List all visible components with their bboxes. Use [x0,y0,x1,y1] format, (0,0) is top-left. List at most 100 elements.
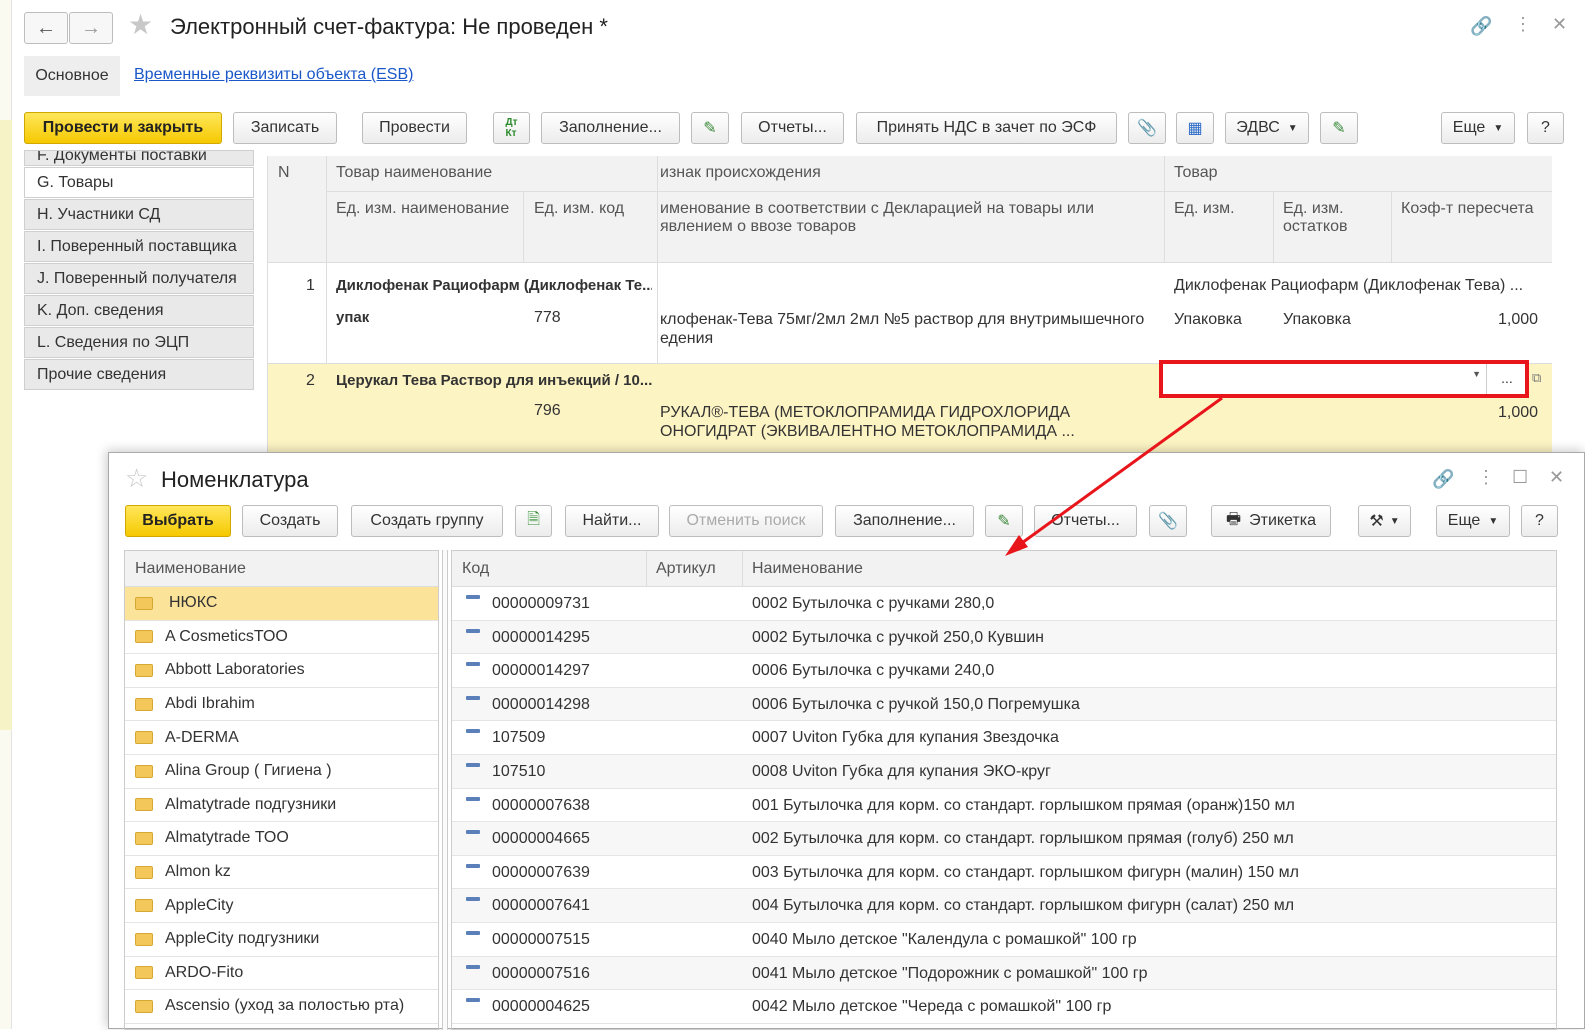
forward-button[interactable]: → [69,12,113,44]
create-group-button[interactable]: Создать группу [351,505,503,537]
col-name[interactable]: Товар наименование [336,164,492,182]
favorite-star-icon[interactable]: ★ [128,8,153,41]
col-coef[interactable]: Коэф-т пересчета [1401,200,1534,218]
list-item[interactable]: 00000007516 0041 Мыло детское "Подорожник… [452,956,1556,991]
tree-item[interactable]: AppleCity подгузники [125,923,438,957]
item-icon [466,998,480,1003]
tree-item[interactable]: Almon kz [125,856,438,890]
cancel-search-button[interactable]: Отменить поиск [669,505,823,537]
sidebar-item-other[interactable]: Прочие сведения [24,359,254,390]
tree-item[interactable]: Almatytrade подгузники [125,789,438,823]
panel-splitter[interactable] [442,550,448,1030]
ellipsis-icon[interactable]: ... [1493,370,1521,390]
printer-icon: 🖶 [1226,510,1242,528]
col-unit-code[interactable]: Ед. изм. код [534,200,624,218]
debit-credit-icon[interactable]: Дт Кт [493,112,530,144]
list-item[interactable]: 00000007639 003 Бутылочка для корм. со ст… [452,856,1556,890]
find-button[interactable]: Найти... [565,505,659,537]
edvs-dropdown-button[interactable]: ЭДВС ▼ [1225,112,1309,144]
list-item[interactable]: 00000004665 002 Бутылочка для корм. со ст… [452,822,1556,856]
create-button[interactable]: Создать [242,505,338,537]
close-icon[interactable]: ✕ [1549,467,1564,488]
select-button[interactable]: Выбрать [125,505,231,537]
list-item[interactable]: 00000014295 0002 Бутылочка с ручкой 250,0… [452,620,1556,655]
col-decl-name-line2: явлением о ввозе товаров [660,218,857,235]
list-item[interactable]: 00000009731 0002 Бутылочка с ручками 280,… [452,587,1556,621]
sidebar-item-delivery-docs[interactable]: F. Документы поставки [24,150,254,166]
tree-item[interactable]: Abbott Laboratories [125,654,438,688]
tree-item[interactable]: Almatytrade ТОО [125,822,438,856]
tree-item[interactable]: AppleCity [125,889,438,923]
decl-name-line2: едения [660,330,714,347]
fill-button[interactable]: Заполнение... [835,505,974,537]
list-item[interactable]: 00000007641 004 Бутылочка для корм. со ст… [452,889,1556,923]
tree-item[interactable]: A-DERMA [125,721,438,755]
tree-column-name[interactable]: Наименование [125,551,438,587]
post-button[interactable]: Провести [362,112,467,144]
tree-item[interactable]: Alina Group ( Гигиена ) [125,755,438,789]
list-item[interactable]: 00000007638 001 Бутылочка для корм. со ст… [452,789,1556,823]
edit-pen-icon[interactable]: ✎ [691,112,729,144]
edit-pen-icon[interactable]: ✎ [985,505,1023,537]
favorite-star-icon[interactable]: ☆ [125,463,148,494]
link-icon[interactable]: 🔗 [1432,469,1454,490]
label-button[interactable]: 🖶 Этикетка [1211,505,1331,537]
col-unit-name[interactable]: Ед. изм. наименование [336,200,509,218]
col-stock-unit[interactable]: Ед. изм. [1283,200,1344,218]
tools-dropdown-button[interactable]: ⚒ ▼ [1358,505,1411,537]
tab-temp-attributes[interactable]: Временные реквизиты объекта (ESB) [134,66,413,84]
sidebar-item-supplier-agent[interactable]: I. Поверенный поставщика [24,231,254,262]
col-article[interactable]: Артикул [656,560,716,578]
list-item[interactable]: 00000004625 0042 Мыло детское "Череда с р… [452,990,1556,1024]
more-vertical-icon[interactable]: ⋮ [1477,467,1495,488]
list-item[interactable]: 107509 0007 Uviton Губка для купания Звез… [452,721,1556,755]
dropdown-icon[interactable]: ▼ [1472,369,1481,379]
col-n[interactable]: N [278,164,290,182]
link-icon[interactable]: 🔗 [1470,16,1492,37]
sidebar-item-additional[interactable]: K. Доп. сведения [24,295,254,326]
list-item[interactable]: 107510 0008 Uviton Губка для купания ЭКО-… [452,754,1556,789]
goods-input-highlight[interactable]: ▼ ... [1159,360,1529,398]
paperclip-icon[interactable]: 📎 [1128,112,1166,144]
list-item[interactable]: 00000007515 0040 Мыло детское "Календула … [452,923,1556,957]
tree-item-selected[interactable]: НЮКС [125,587,438,621]
structure-icon[interactable]: ▦ [1176,112,1214,144]
sidebar-item-signature[interactable]: L. Сведения по ЭЦП [24,327,254,358]
sidebar-item-recipient-agent[interactable]: J. Поверенный получателя [24,263,254,294]
col-unit[interactable]: Ед. изм. [1174,200,1235,218]
help-button[interactable]: ? [1527,112,1564,144]
post-and-close-button[interactable]: Провести и закрыть [24,112,222,144]
close-icon[interactable]: ✕ [1552,14,1567,35]
more-button[interactable]: Еще ▼ [1436,505,1510,537]
col-goods[interactable]: Товар [1174,164,1218,182]
sidebar-item-participants[interactable]: H. Участники СД [24,199,254,230]
tree-item[interactable]: ARDO-Fito [125,957,438,991]
tree-item[interactable]: Ascensio (уход за полостью рта) [125,990,438,1024]
tree-item[interactable]: A CosmeticsТОО [125,621,438,655]
col-origin[interactable]: изнак происхождения [660,164,821,182]
reports-button[interactable]: Отчеты... [1034,505,1137,537]
col-decl-name[interactable]: именование в соответствии с Декларацией … [660,200,1094,218]
tree-item[interactable]: Abdi Ibrahim [125,688,438,722]
tab-main[interactable]: Основное [24,56,120,96]
maximize-icon[interactable]: ☐ [1512,467,1528,488]
sidebar-item-goods[interactable]: G. Товары [24,167,254,198]
back-button[interactable]: ← [24,12,68,44]
list-item[interactable]: 00000014298 0006 Бутылочка с ручкой 150,0… [452,687,1556,722]
add-document-icon[interactable]: 🗎 [515,505,552,537]
col-name[interactable]: Наименование [752,560,863,578]
table-row[interactable]: 1 Диклофенак Рациофарм (Диклофенак Те...… [268,263,1552,363]
decl-name-line2: ОНОГИДРАТ (ЭКВИВАЛЕНТНО МЕТОКЛОПРАМИДА .… [660,423,1075,440]
reports-button[interactable]: Отчеты... [741,112,844,144]
save-button[interactable]: Записать [233,112,337,144]
open-icon[interactable]: ⧉ [1532,370,1541,386]
accept-vat-button[interactable]: Принять НДС в зачет по ЭСФ [856,112,1117,144]
fill-button[interactable]: Заполнение... [541,112,680,144]
paperclip-icon[interactable]: 📎 [1149,505,1187,537]
pencil-icon[interactable]: ✎ [1320,112,1358,144]
help-button[interactable]: ? [1521,505,1558,537]
list-item[interactable]: 00000014297 0006 Бутылочка с ручками 240,… [452,654,1556,688]
more-button[interactable]: Еще ▼ [1441,112,1515,144]
col-code[interactable]: Код [462,560,489,578]
more-vertical-icon[interactable]: ⋮ [1514,14,1532,35]
